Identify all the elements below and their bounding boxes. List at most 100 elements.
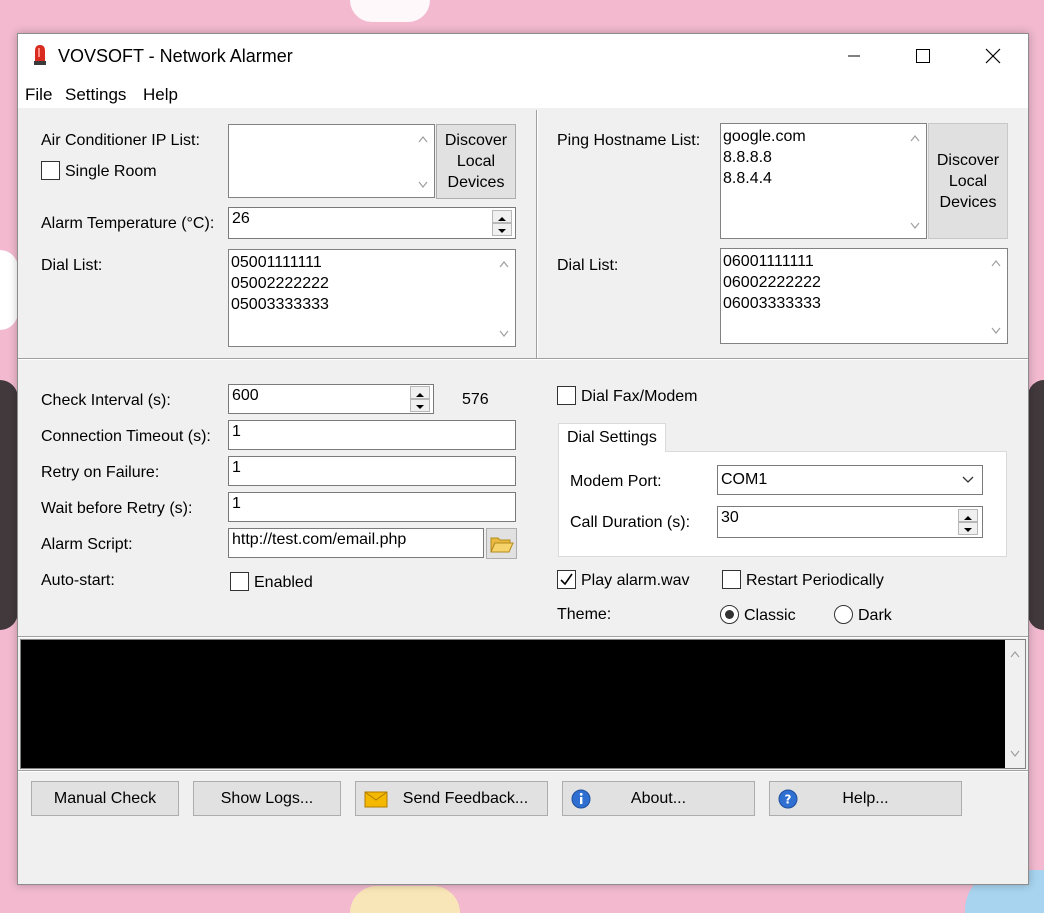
alarm-script-input[interactable]: http://test.com/email.php <box>228 528 484 558</box>
ping-hostname-list-label: Ping Hostname List: <box>557 132 701 149</box>
maximize-icon <box>916 49 930 63</box>
call-duration-label: Call Duration (s): <box>570 514 691 531</box>
dial-list-lines: 06001111111 06002222222 06003333333 <box>723 251 821 314</box>
check-interval-spinner[interactable] <box>410 386 430 412</box>
wallpaper-cloud <box>0 250 18 330</box>
ping-dial-list-input[interactable]: 06001111111 06002222222 06003333333 <box>720 248 1008 344</box>
arrow-down-icon <box>964 528 972 532</box>
auto-start-checkbox[interactable] <box>230 572 249 591</box>
theme-classic-radio[interactable] <box>720 605 739 624</box>
folder-open-icon <box>489 537 514 552</box>
connection-timeout-input[interactable]: 1 <box>228 420 516 450</box>
scroll-up-icon[interactable] <box>418 135 428 143</box>
close-button[interactable] <box>958 34 1026 78</box>
wait-before-retry-input[interactable]: 1 <box>228 492 516 522</box>
log-console[interactable] <box>20 639 1026 769</box>
spin-down-button[interactable] <box>410 399 430 412</box>
ac-dial-list-label: Dial List: <box>41 257 103 274</box>
menu-help[interactable]: Help <box>143 85 178 105</box>
ping-hostname-list-input[interactable]: google.com 8.8.8.8 8.8.4.4 <box>720 123 927 239</box>
dial-list-lines: 05001111111 05002222222 05003333333 <box>231 252 329 315</box>
spin-up-button[interactable] <box>492 210 512 223</box>
arrow-down-icon <box>498 229 506 233</box>
check-interval-input[interactable]: 600 <box>228 384 434 414</box>
restart-periodically-checkbox[interactable] <box>722 570 741 589</box>
scroll-up-icon[interactable] <box>1010 650 1020 658</box>
manual-check-button[interactable]: Manual Check <box>31 781 179 816</box>
button-label: Discover <box>444 132 508 149</box>
check-interval-label: Check Interval (s): <box>41 392 171 409</box>
call-duration-spinner[interactable] <box>958 509 978 535</box>
theme-label: Theme: <box>557 606 612 623</box>
theme-classic-label: Classic <box>744 607 796 624</box>
button-label: Local <box>948 172 988 190</box>
send-feedback-button[interactable]: Send Feedback... <box>355 781 548 816</box>
scroll-down-icon[interactable] <box>910 222 920 230</box>
wallpaper-character <box>1028 380 1044 630</box>
play-alarm-checkbox[interactable] <box>557 570 576 589</box>
scroll-up-icon[interactable] <box>499 260 509 268</box>
radio-selected-dot <box>725 610 734 619</box>
input-value: 26 <box>232 210 250 227</box>
about-button[interactable]: About... <box>562 781 755 816</box>
menu-settings[interactable]: Settings <box>65 85 126 105</box>
scroll-up-icon[interactable] <box>910 134 920 142</box>
help-button[interactable]: ? Help... <box>769 781 962 816</box>
alarm-temperature-spinner[interactable] <box>492 210 512 236</box>
restart-periodically-label: Restart Periodically <box>746 572 884 589</box>
scroll-up-icon[interactable] <box>991 259 1001 267</box>
show-logs-button[interactable]: Show Logs... <box>193 781 341 816</box>
call-duration-input[interactable]: 30 <box>717 506 983 538</box>
mail-icon <box>364 791 388 808</box>
console-scrollbar[interactable] <box>1005 640 1025 768</box>
ac-ip-list-input[interactable] <box>228 124 435 198</box>
retry-on-failure-label: Retry on Failure: <box>41 464 160 481</box>
scroll-down-icon[interactable] <box>499 330 509 338</box>
dial-fax-modem-checkbox[interactable] <box>557 386 576 405</box>
theme-dark-radio[interactable] <box>834 605 853 624</box>
minimize-button[interactable] <box>820 34 888 78</box>
ping-discover-devices-button[interactable]: Discover Local Devices <box>928 123 1008 239</box>
panel-divider <box>536 110 538 358</box>
spin-down-button[interactable] <box>958 522 978 535</box>
modem-port-select[interactable]: COM1 <box>717 465 983 495</box>
play-alarm-label: Play alarm.wav <box>581 572 690 589</box>
wallpaper-cloud <box>350 0 430 22</box>
tab-dial-settings[interactable]: Dial Settings <box>558 423 666 452</box>
single-room-label: Single Room <box>65 163 157 180</box>
ac-discover-devices-button[interactable]: Discover Local Devices <box>436 124 516 199</box>
section-divider <box>18 770 1028 772</box>
alarm-temperature-input[interactable]: 26 <box>228 207 516 239</box>
chevron-down-icon <box>962 476 974 483</box>
input-value: 1 <box>232 495 241 512</box>
modem-port-label: Modem Port: <box>570 473 662 490</box>
list-item: 05001111111 <box>231 254 322 271</box>
spin-up-button[interactable] <box>958 509 978 522</box>
ac-dial-list-input[interactable]: 05001111111 05002222222 05003333333 <box>228 249 516 347</box>
ping-dial-list-label: Dial List: <box>557 257 619 274</box>
button-label: Send Feedback... <box>402 790 529 807</box>
button-label: Devices <box>939 193 997 211</box>
list-item: 8.8.4.4 <box>723 170 772 187</box>
scroll-down-icon[interactable] <box>1010 750 1020 758</box>
hostname-lines: google.com 8.8.8.8 8.8.4.4 <box>723 126 806 189</box>
ac-ip-list-label: Air Conditioner IP List: <box>41 132 200 149</box>
info-icon <box>571 789 591 809</box>
retry-on-failure-input[interactable]: 1 <box>228 456 516 486</box>
maximize-button[interactable] <box>888 34 956 78</box>
scroll-down-icon[interactable] <box>418 181 428 189</box>
title-bar[interactable]: VOVSOFT - Network Alarmer <box>18 34 1028 78</box>
single-room-checkbox[interactable] <box>41 161 60 180</box>
spin-up-button[interactable] <box>410 386 430 399</box>
spin-down-button[interactable] <box>492 223 512 236</box>
section-divider <box>18 636 1028 638</box>
list-item: 06003333333 <box>723 295 821 312</box>
scroll-down-icon[interactable] <box>991 327 1001 335</box>
button-label: Discover <box>936 151 1000 169</box>
browse-script-button[interactable] <box>486 528 517 559</box>
list-item: 05002222222 <box>231 275 329 292</box>
button-label: Local <box>456 153 496 170</box>
list-item: google.com <box>723 128 806 145</box>
menu-file[interactable]: File <box>25 85 52 105</box>
input-value: 30 <box>721 509 739 526</box>
